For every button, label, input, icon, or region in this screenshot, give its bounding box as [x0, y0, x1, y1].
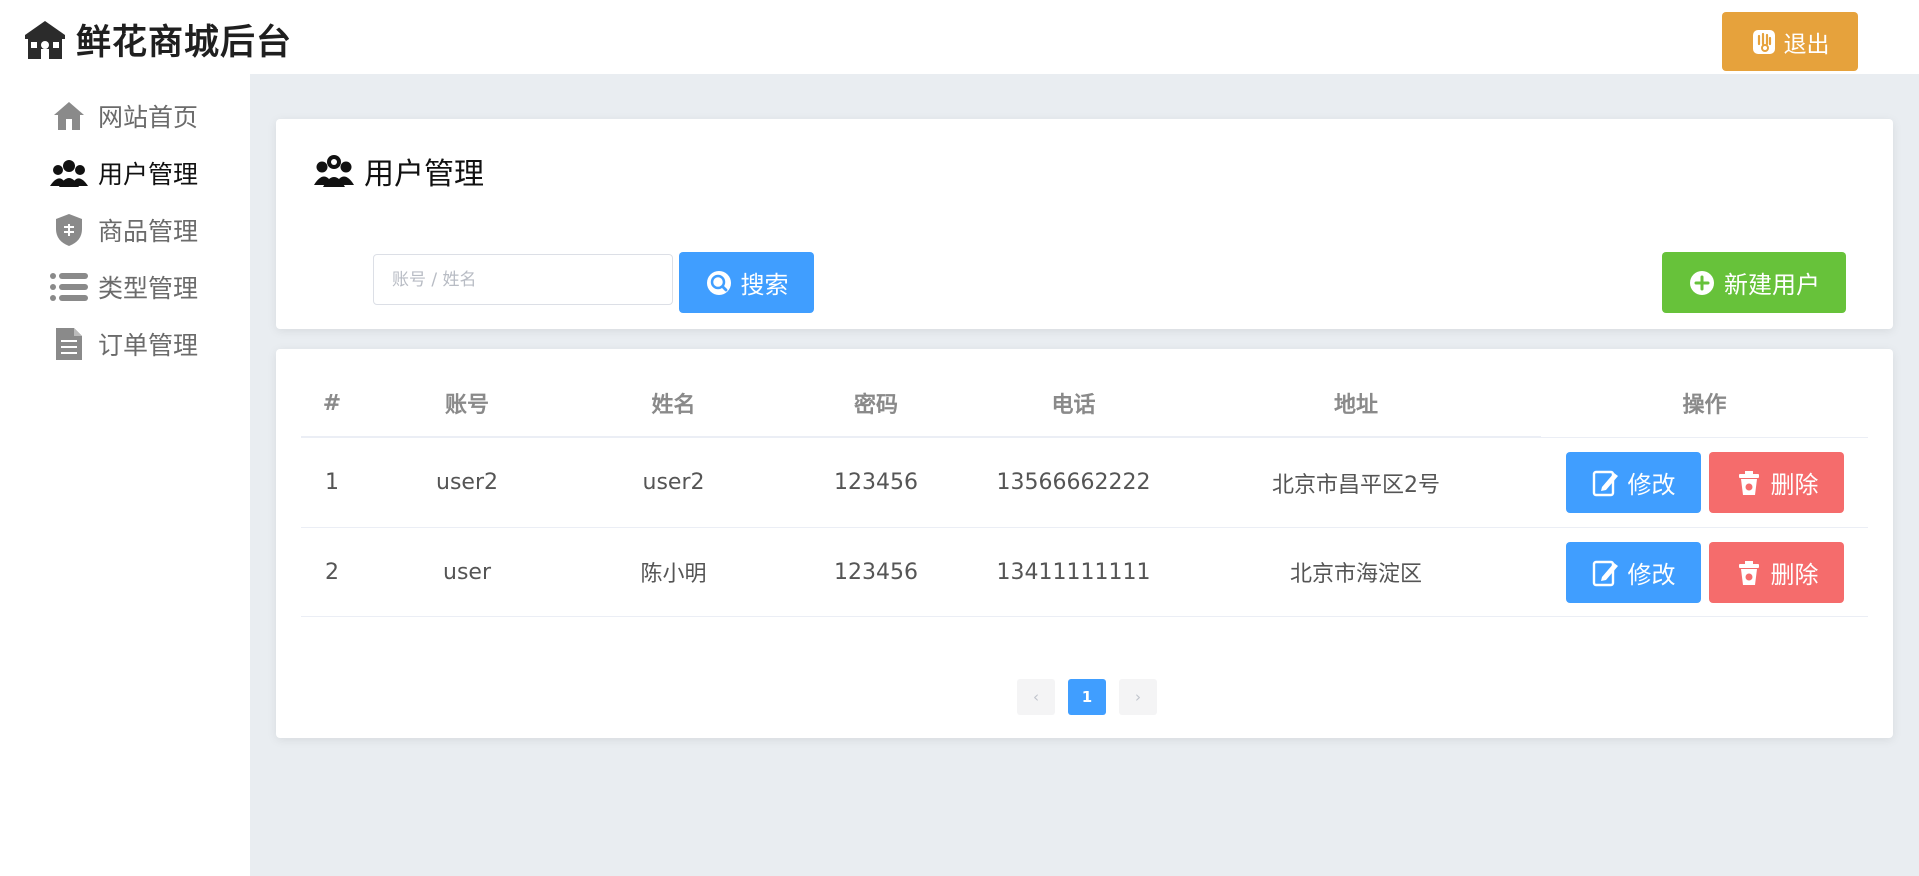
users-icon	[314, 155, 354, 187]
main-content: 用户管理 搜索 新建用户 # 账号 姓名 密码 电话 地址	[250, 74, 1919, 876]
cell-account: user	[443, 559, 491, 585]
users-icon	[50, 156, 88, 190]
top-header: 鲜花商城后台 退出	[0, 0, 1919, 74]
sidebar-item-label: 订单管理	[98, 331, 199, 360]
edit-label: 修改	[1627, 561, 1676, 589]
sidebar-item-users[interactable]: 用户管理	[50, 149, 198, 197]
trash-icon	[1738, 560, 1759, 585]
logout-button[interactable]: 退出	[1722, 12, 1858, 71]
cell-phone: 13411111111	[996, 559, 1151, 585]
page-heading: 用户管理	[314, 149, 484, 193]
table-card: # 账号 姓名 密码 电话 地址 操作 1 user2 user2 123456…	[276, 349, 1893, 738]
sidebar-item-products[interactable]: 商品管理	[50, 206, 198, 254]
delete-label: 删除	[1770, 561, 1819, 589]
cell-address: 北京市海淀区	[1289, 562, 1422, 587]
cell-index: 2	[325, 559, 339, 585]
search-button[interactable]: 搜索	[679, 252, 814, 313]
sidebar-item-types[interactable]: 类型管理	[50, 263, 198, 311]
page-title: 用户管理	[364, 157, 484, 192]
sidebar-item-label: 类型管理	[98, 274, 199, 303]
cell-name: user2	[642, 470, 705, 495]
search-input[interactable]	[373, 254, 673, 305]
exit-icon	[1752, 29, 1775, 54]
edit-button[interactable]: 修改	[1566, 452, 1701, 513]
list-icon	[50, 270, 88, 304]
column-header: 账号	[444, 393, 489, 418]
cell-password: 123456	[834, 559, 918, 585]
table-header: # 账号 姓名 密码 电话 地址 操作	[301, 369, 1868, 437]
column-header: 姓名	[651, 393, 696, 418]
cell-phone: 13566662222	[996, 470, 1151, 495]
cell-index: 1	[325, 470, 339, 495]
brand: 鲜花商城后台	[22, 14, 292, 64]
column-header: 密码	[853, 393, 898, 418]
sidebar-item-label: 用户管理	[98, 160, 199, 189]
new-user-button[interactable]: 新建用户	[1662, 252, 1846, 313]
edit-icon	[1592, 470, 1618, 496]
search-label: 搜索	[740, 271, 789, 299]
sidebar-item-label: 商品管理	[98, 217, 199, 246]
sidebar-item-orders[interactable]: 订单管理	[50, 320, 198, 368]
pagination: ‹ 1 ›	[1017, 679, 1170, 715]
sidebar: 网站首页 用户管理 商品管理 类型管理 订单管理	[0, 74, 250, 876]
sidebar-item-label: 网站首页	[98, 103, 199, 132]
next-page-button[interactable]: ›	[1119, 679, 1157, 715]
delete-label: 删除	[1770, 471, 1819, 499]
edit-label: 修改	[1627, 471, 1676, 499]
store-icon	[25, 21, 65, 59]
page-number-button[interactable]: 1	[1068, 679, 1106, 715]
column-header: #	[322, 390, 342, 416]
delete-button[interactable]: 删除	[1709, 542, 1844, 603]
document-icon	[50, 327, 88, 361]
trash-icon	[1738, 470, 1759, 495]
column-header: 操作	[1682, 393, 1727, 418]
cell-address: 北京市昌平区2号	[1272, 472, 1440, 498]
add-circle-icon	[1690, 270, 1714, 295]
prev-page-button[interactable]: ‹	[1017, 679, 1055, 715]
delete-button[interactable]: 删除	[1709, 452, 1844, 513]
toolbar-card: 用户管理 搜索 新建用户	[276, 119, 1893, 329]
sidebar-item-home[interactable]: 网站首页	[50, 92, 198, 140]
search-icon	[706, 270, 731, 295]
app-title: 鲜花商城后台	[76, 22, 293, 63]
table-row: 2 user 陈小明 123456 13411111111 北京市海淀区 修改	[301, 527, 1868, 617]
edit-button[interactable]: 修改	[1566, 542, 1701, 603]
home-icon	[50, 99, 88, 133]
cell-password: 123456	[834, 470, 918, 495]
cell-name: 陈小明	[640, 562, 707, 587]
column-header: 电话	[1051, 393, 1096, 418]
shield-icon	[50, 213, 88, 247]
new-user-label: 新建用户	[1724, 271, 1820, 299]
cell-account: user2	[436, 470, 498, 495]
table-row: 1 user2 user2 123456 13566662222 北京市昌平区2…	[301, 437, 1868, 527]
logout-label: 退出	[1783, 30, 1830, 57]
edit-icon	[1592, 560, 1618, 586]
column-header: 地址	[1333, 393, 1378, 418]
